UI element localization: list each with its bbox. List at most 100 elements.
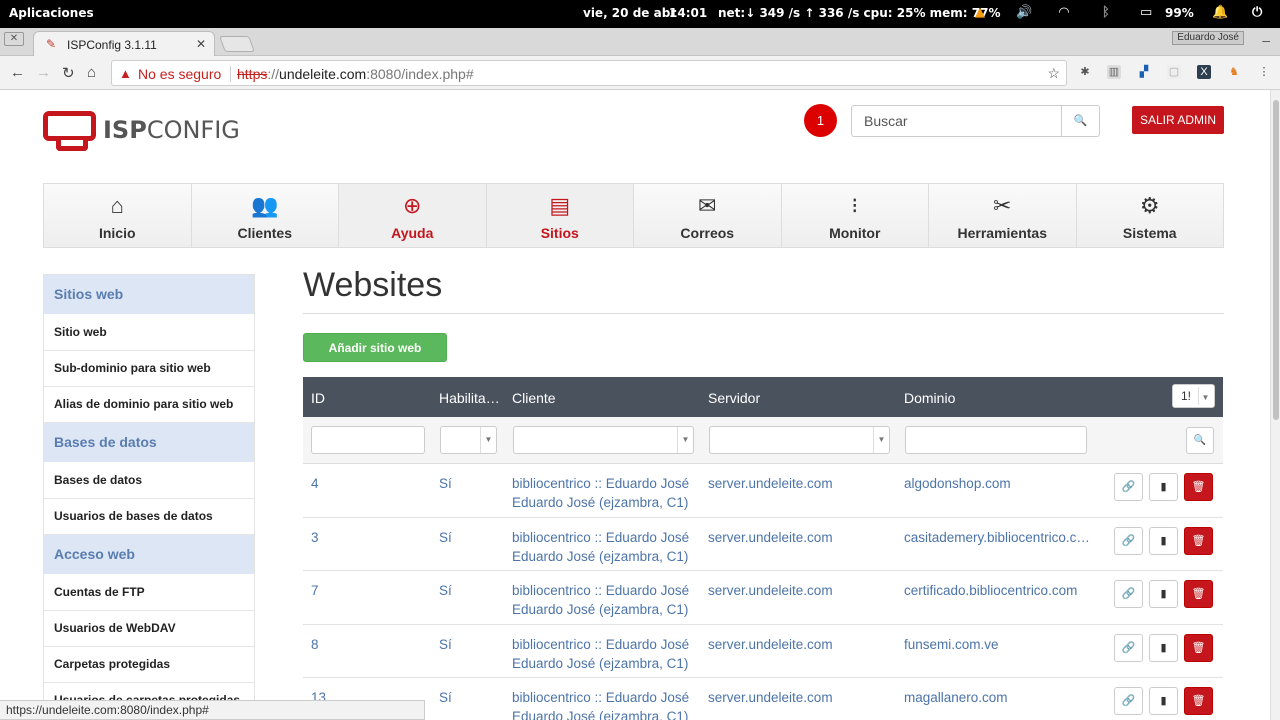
stats-icon[interactable]: ▮ bbox=[1149, 687, 1178, 715]
wifi-icon[interactable]: ◠ bbox=[1059, 5, 1069, 20]
ispconfig-logo[interactable]: ISPCONFIG bbox=[43, 109, 243, 151]
address-bar[interactable]: ▲ No es seguro https://undeleite.com:808… bbox=[111, 60, 1067, 86]
browser-menu-icon[interactable]: ⋮ bbox=[1257, 65, 1271, 79]
stats-icon[interactable]: ▮ bbox=[1149, 473, 1178, 501]
filter-domain-input[interactable] bbox=[905, 426, 1087, 454]
stats-icon[interactable]: ▮ bbox=[1149, 580, 1178, 608]
delete-icon[interactable]: 🗑 bbox=[1184, 526, 1213, 555]
link-icon[interactable]: 🔗 bbox=[1114, 580, 1143, 608]
tab-monitor[interactable]: ⁝ Monitor bbox=[781, 184, 929, 247]
sidebar-item-alias-dominio[interactable]: Alias de dominio para sitio web bbox=[44, 387, 254, 423]
cell-id[interactable]: 8 bbox=[311, 635, 319, 654]
home-button-icon[interactable]: ⌂ bbox=[87, 64, 96, 81]
cell-server[interactable]: server.undeleite.com bbox=[708, 635, 833, 654]
filter-server-select[interactable]: ▼ bbox=[709, 426, 890, 454]
cell-domain[interactable]: certificado.bibliocentrico.com bbox=[904, 581, 1077, 600]
table-row[interactable]: 7 Sí bibliocentrico :: Eduardo José Eduar… bbox=[303, 571, 1223, 625]
new-tab-button[interactable] bbox=[219, 36, 255, 52]
tab-sistema[interactable]: ⚙ Sistema bbox=[1076, 184, 1223, 247]
cell-server[interactable]: server.undeleite.com bbox=[708, 581, 833, 600]
cell-client[interactable]: bibliocentrico :: Eduardo José Eduardo Jo… bbox=[512, 688, 689, 720]
volume-icon[interactable]: 🔊 bbox=[1016, 5, 1032, 20]
forward-icon[interactable]: → bbox=[36, 64, 51, 81]
filter-search-button[interactable]: 🔍 bbox=[1186, 427, 1214, 454]
system-date[interactable]: vie, 20 de abr bbox=[583, 6, 676, 20]
cell-id[interactable]: 7 bbox=[311, 581, 319, 600]
filter-client-select[interactable]: ▼ bbox=[513, 426, 694, 454]
column-server[interactable]: Servidor bbox=[708, 390, 760, 406]
stats-icon[interactable]: ▮ bbox=[1149, 526, 1178, 555]
cell-enabled[interactable]: Sí bbox=[439, 581, 452, 600]
delete-icon[interactable]: 🗑 bbox=[1184, 687, 1213, 715]
tab-clientes[interactable]: 👥 Clientes bbox=[191, 184, 339, 247]
link-icon[interactable]: 🔗 bbox=[1114, 633, 1143, 662]
cell-server[interactable]: server.undeleite.com bbox=[708, 528, 833, 547]
not-secure-label[interactable]: No es seguro bbox=[138, 66, 221, 82]
column-enabled[interactable]: Habilita… bbox=[439, 390, 500, 406]
sidebar-item-usuarios-bd[interactable]: Usuarios de bases de datos bbox=[44, 499, 254, 535]
delete-icon[interactable]: 🗑 bbox=[1184, 580, 1213, 608]
cell-enabled[interactable]: Sí bbox=[439, 474, 452, 493]
link-icon[interactable]: 🔗 bbox=[1114, 526, 1143, 555]
extension-grid-icon[interactable]: ▥ bbox=[1107, 65, 1121, 79]
cell-client[interactable]: bibliocentrico :: Eduardo José Eduardo Jo… bbox=[512, 528, 689, 566]
tab-correos[interactable]: ✉ Correos bbox=[634, 184, 782, 247]
search-input[interactable] bbox=[851, 105, 1062, 137]
notifications-bell-icon[interactable]: 🔔 bbox=[1212, 5, 1228, 20]
cell-id[interactable]: 4 bbox=[311, 474, 319, 493]
bluetooth-icon[interactable]: ᛒ bbox=[1102, 5, 1110, 20]
cell-client[interactable]: bibliocentrico :: Eduardo José Eduardo Jo… bbox=[512, 635, 689, 673]
cell-domain[interactable]: magallanero.com bbox=[904, 688, 1008, 707]
window-minimize-icon[interactable]: – bbox=[1262, 32, 1270, 48]
tab-ayuda[interactable]: ⊕ Ayuda bbox=[339, 184, 487, 247]
cell-enabled[interactable]: Sí bbox=[439, 635, 452, 654]
cell-enabled[interactable]: Sí bbox=[439, 528, 452, 547]
table-row[interactable]: 3 Sí bibliocentrico :: Eduardo José Eduar… bbox=[303, 518, 1223, 571]
stats-icon[interactable]: ▮ bbox=[1149, 633, 1178, 662]
table-row[interactable]: 8 Sí bibliocentrico :: Eduardo José Eduar… bbox=[303, 625, 1223, 678]
delete-icon[interactable]: 🗑 bbox=[1184, 633, 1213, 662]
battery-icon[interactable]: ▭ bbox=[1140, 5, 1152, 20]
vlc-icon[interactable]: ▲ bbox=[975, 5, 985, 20]
sidebar-item-carpetas[interactable]: Carpetas protegidas bbox=[44, 647, 254, 683]
table-row[interactable]: 13 Sí bibliocentrico :: Eduardo José Edua… bbox=[303, 678, 1223, 720]
browser-tab[interactable]: ✎ ISPConfig 3.1.11 ✕ bbox=[33, 31, 215, 56]
filter-id-input[interactable] bbox=[311, 426, 425, 454]
url-text[interactable]: https://undeleite.com:8080/index.php# bbox=[237, 66, 474, 82]
window-menu-icon[interactable]: ✕ bbox=[4, 32, 24, 46]
sidebar-item-sitio-web[interactable]: Sitio web bbox=[44, 315, 254, 351]
logout-admin-button[interactable]: SALIR ADMIN bbox=[1132, 106, 1224, 134]
cell-domain[interactable]: funsemi.com.ve bbox=[904, 635, 999, 654]
profile-badge[interactable]: Eduardo José bbox=[1172, 31, 1244, 45]
page-size-select[interactable]: 1! ▼ bbox=[1172, 384, 1215, 408]
cell-enabled[interactable]: Sí bbox=[439, 688, 452, 707]
notification-badge[interactable]: 1 bbox=[804, 104, 837, 137]
warning-icon[interactable]: ▲ bbox=[119, 66, 132, 81]
extension-bug-icon[interactable]: ✱ bbox=[1078, 65, 1092, 79]
cell-id[interactable]: 3 bbox=[311, 528, 319, 547]
cell-domain[interactable]: casitademery.bibliocentrico.c… bbox=[904, 528, 1090, 547]
search-button[interactable]: 🔍 bbox=[1061, 105, 1100, 137]
extension-blank-icon[interactable]: ▢ bbox=[1167, 65, 1181, 79]
bookmark-star-icon[interactable]: ☆ bbox=[1047, 65, 1060, 82]
page-scrollbar[interactable] bbox=[1270, 90, 1280, 720]
extension-blocks-icon[interactable]: ▞ bbox=[1137, 65, 1151, 79]
applications-menu[interactable]: Aplicaciones bbox=[9, 6, 94, 20]
sidebar-item-ftp[interactable]: Cuentas de FTP bbox=[44, 575, 254, 611]
link-icon[interactable]: 🔗 bbox=[1114, 687, 1143, 715]
cell-domain[interactable]: algodonshop.com bbox=[904, 474, 1011, 493]
tab-herramientas[interactable]: ✂ Herramientas bbox=[929, 184, 1077, 247]
filter-enabled-select[interactable]: ▼ bbox=[440, 426, 497, 454]
close-tab-icon[interactable]: ✕ bbox=[196, 37, 206, 51]
table-row[interactable]: 4 Sí bibliocentrico :: Eduardo José Eduar… bbox=[303, 464, 1223, 518]
tab-inicio[interactable]: ⌂ Inicio bbox=[44, 184, 192, 247]
extension-x-icon[interactable]: X bbox=[1197, 65, 1211, 79]
scrollbar-thumb[interactable] bbox=[1273, 100, 1279, 420]
sidebar-item-bases-datos[interactable]: Bases de datos bbox=[44, 463, 254, 499]
column-client[interactable]: Cliente bbox=[512, 390, 556, 406]
cell-client[interactable]: bibliocentrico :: Eduardo José Eduardo Jo… bbox=[512, 581, 689, 619]
sidebar-item-subdominio[interactable]: Sub-dominio para sitio web bbox=[44, 351, 254, 387]
tab-sitios[interactable]: ▤ Sitios bbox=[486, 184, 634, 247]
back-icon[interactable]: ← bbox=[10, 64, 25, 81]
link-icon[interactable]: 🔗 bbox=[1114, 473, 1143, 501]
